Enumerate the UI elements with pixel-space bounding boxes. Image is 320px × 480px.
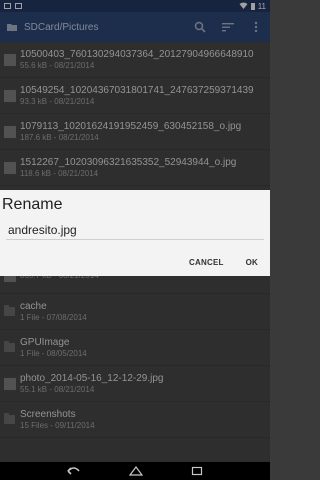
rename-input[interactable] [6, 220, 264, 240]
cancel-button[interactable]: CANCEL [189, 258, 224, 267]
dialog-buttons: CANCEL OK [0, 252, 270, 272]
rename-dialog: Rename CANCEL OK [0, 190, 270, 276]
dialog-title: Rename [2, 196, 63, 213]
navigation-bar [0, 462, 270, 480]
home-icon[interactable] [129, 466, 143, 476]
back-icon[interactable] [67, 466, 81, 476]
recent-apps-icon[interactable] [191, 466, 203, 476]
ok-button[interactable]: OK [246, 258, 258, 267]
